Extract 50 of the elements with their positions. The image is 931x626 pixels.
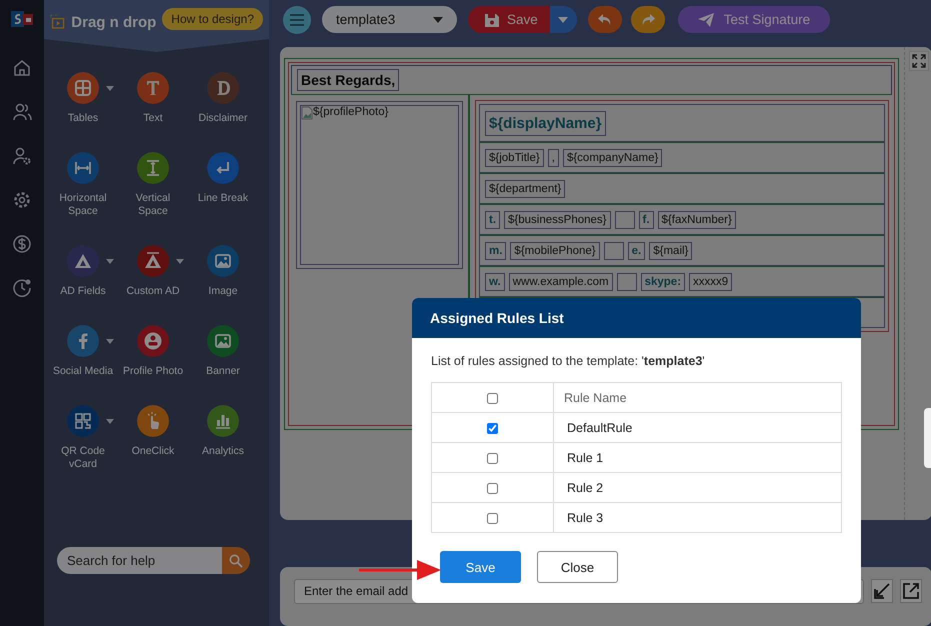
close-button[interactable]: Close <box>537 551 618 583</box>
field-placeholder[interactable]: ${mail} <box>649 242 692 260</box>
field-label[interactable]: w. <box>485 272 505 291</box>
how-to-design-button[interactable]: How to design? <box>162 8 263 30</box>
field-placeholder[interactable]: xxxxx9 <box>689 272 732 291</box>
field-label[interactable]: e. <box>628 242 646 260</box>
field-placeholder[interactable]: ${department} <box>485 180 566 198</box>
greeting-text[interactable]: Best Regards, <box>297 69 400 92</box>
help-search-field[interactable]: Search for help <box>57 547 222 574</box>
field-placeholder[interactable]: ${businessPhones} <box>504 210 610 229</box>
column-header: Rule Name <box>554 382 842 412</box>
tool-item[interactable]: Horizontal Space <box>48 152 118 218</box>
tool-item[interactable]: Banner <box>188 325 258 378</box>
dialog-description: List of rules assigned to the template: 'template3' <box>431 354 706 368</box>
save-button[interactable]: Save <box>468 6 550 34</box>
panel-title: Drag n drop <box>71 14 156 30</box>
template-dropdown[interactable]: template3 <box>322 6 457 34</box>
dialog-title: Assigned Rules List <box>430 310 564 326</box>
tool-item[interactable]: Analytics <box>188 405 258 458</box>
tool-item[interactable]: Line Break <box>188 152 258 205</box>
field-label[interactable]: skype: <box>640 272 686 291</box>
photo-placeholder-text: ${profilePhoto} <box>313 106 388 118</box>
rule-name-cell: DefaultRule <box>554 412 842 442</box>
tool-item[interactable]: Vertical Space <box>118 152 188 218</box>
rule-name-cell: Rule 1 <box>554 442 842 472</box>
field-placeholder[interactable]: ${faxNumber} <box>658 210 736 229</box>
rule-name-cell: Rule 2 <box>554 472 842 502</box>
save-button[interactable]: Save <box>440 551 521 583</box>
field-label[interactable]: f. <box>638 210 654 229</box>
field-label[interactable]: m. <box>485 242 506 260</box>
field-placeholder[interactable]: www.example.com <box>508 272 613 291</box>
tool-item[interactable]: Profile Photo <box>118 325 188 378</box>
tool-item[interactable]: Image <box>188 245 258 298</box>
tool-item[interactable]: AD Fields <box>48 245 118 298</box>
tool-item[interactable]: QR Code vCard <box>48 405 118 471</box>
profile-photo-placeholder[interactable]: ${profilePhoto} <box>296 101 463 270</box>
tool-item[interactable]: OneClick <box>118 405 188 458</box>
tool-item[interactable]: Custom AD <box>118 245 188 298</box>
tool-item[interactable]: Social Media <box>48 325 118 378</box>
rule-name-cell: Rule 3 <box>554 502 842 532</box>
test-signature-button[interactable]: Test Signature <box>678 6 830 34</box>
field-placeholder[interactable]: ${jobTitle} <box>485 148 544 167</box>
tool-item[interactable]: Text <box>118 72 188 125</box>
tool-item[interactable]: Tables <box>48 72 118 125</box>
field-placeholder[interactable]: , <box>548 148 559 167</box>
field-label[interactable]: t. <box>485 210 500 229</box>
field-placeholder[interactable]: ${mobilePhone} <box>510 242 600 260</box>
display-name-field[interactable]: ${displayName} <box>485 110 606 136</box>
tool-item[interactable]: Disclaimer <box>188 72 258 125</box>
field-placeholder[interactable]: ${companyName} <box>562 148 662 167</box>
